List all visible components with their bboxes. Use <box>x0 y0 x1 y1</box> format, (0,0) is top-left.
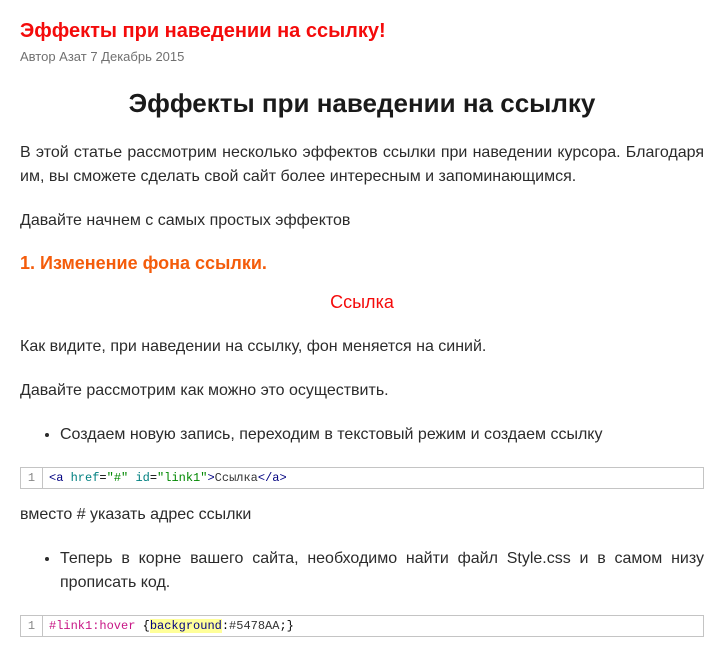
code-token: > <box>207 471 214 485</box>
code-token: #link1:hover <box>49 619 135 633</box>
list-item: Создаем новую запись, переходим в тексто… <box>60 423 704 447</box>
intro-paragraph: В этой статье рассмотрим несколько эффек… <box>20 141 704 189</box>
paragraph-howto: Давайте рассмотрим как можно это осущест… <box>20 379 704 403</box>
code-line-number: 1 <box>21 616 43 636</box>
code-token: href <box>71 471 100 485</box>
code-token: "link1" <box>157 471 207 485</box>
code-token: background <box>150 619 222 633</box>
paragraph-observe: Как видите, при наведении на ссылку, фон… <box>20 335 704 359</box>
list-item: Теперь в корне вашего сайта, необходимо … <box>60 547 704 595</box>
note-paragraph: вместо # указать адрес ссылки <box>20 503 704 527</box>
article-heading: Эффекты при наведении на ссылку <box>20 88 704 119</box>
post-title-link[interactable]: Эффекты при наведении на ссылку! <box>20 20 386 43</box>
post-meta: Автор Азат 7 Декабрь 2015 <box>20 49 704 64</box>
code-token: = <box>150 471 157 485</box>
code-content: #link1:hover {background:#5478AA;} <box>43 616 300 636</box>
code-token <box>135 619 142 633</box>
code-token: #5478AA <box>229 619 279 633</box>
section-1-heading: 1. Изменение фона ссылки. <box>20 253 704 274</box>
demo-link-wrapper: Ссылка <box>20 292 704 313</box>
code-token: a <box>56 471 63 485</box>
code-token: > <box>280 471 287 485</box>
lead-paragraph: Давайте начнем с самых простых эффектов <box>20 209 704 233</box>
code-token: } <box>287 619 294 633</box>
code-block-css: 1 #link1:hover {background:#5478AA;} <box>20 615 704 637</box>
code-token: a <box>272 471 279 485</box>
code-block-html: 1 <a href="#" id="link1">Ссылка</a> <box>20 467 704 489</box>
code-token: Ссылка <box>215 471 258 485</box>
code-line-number: 1 <box>21 468 43 488</box>
code-token: = <box>99 471 106 485</box>
demo-link[interactable]: Ссылка <box>330 292 394 312</box>
code-token: </ <box>258 471 272 485</box>
code-token: : <box>222 619 229 633</box>
code-token: ; <box>279 619 286 633</box>
code-token: "#" <box>107 471 129 485</box>
code-content: <a href="#" id="link1">Ссылка</a> <box>43 468 293 488</box>
code-token: { <box>143 619 150 633</box>
steps-list-2: Теперь в корне вашего сайта, необходимо … <box>20 547 704 595</box>
code-token: id <box>135 471 149 485</box>
steps-list-1: Создаем новую запись, переходим в тексто… <box>20 423 704 447</box>
